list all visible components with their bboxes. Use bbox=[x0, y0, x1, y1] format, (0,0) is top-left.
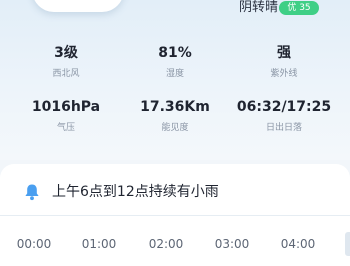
weather-condition: 阴转晴 bbox=[238, 0, 278, 15]
weather-illustration bbox=[32, 0, 124, 12]
stat-humidity: 81% 湿度 bbox=[117, 44, 233, 80]
stat-visibility: 17.36Km 能见度 bbox=[117, 98, 233, 134]
stat-label: 能见度 bbox=[161, 123, 189, 133]
hour-label: 00:00 bbox=[16, 237, 52, 251]
stat-value: 强 bbox=[277, 45, 291, 61]
stat-label: 湿度 bbox=[165, 69, 184, 79]
stat-label: 西北风 bbox=[52, 69, 80, 79]
stat-wind: 3级 西北风 bbox=[8, 44, 124, 80]
hourly-item-partial bbox=[345, 232, 350, 256]
stat-pressure: 1016hPa 气压 bbox=[8, 98, 124, 134]
stat-value: 06:32/17:25 bbox=[236, 99, 332, 115]
stat-label: 气压 bbox=[56, 123, 75, 133]
stat-label: 日出日落 bbox=[265, 123, 302, 133]
stat-sunrise-sunset: 06:32/17:25 日出日落 bbox=[226, 98, 342, 134]
hour-label: 01:00 bbox=[81, 237, 117, 251]
aqi-badge[interactable]: 优 35 bbox=[279, 1, 319, 15]
divider bbox=[0, 215, 350, 216]
stat-label: 紫外线 bbox=[270, 69, 298, 79]
hour-label: 04:00 bbox=[280, 237, 316, 251]
stat-value: 81% bbox=[158, 45, 192, 61]
rain-alert-text: 上午6点到12点持续有小雨 bbox=[52, 184, 219, 200]
stat-value: 1016hPa bbox=[31, 99, 101, 115]
stat-value: 17.36Km bbox=[140, 99, 210, 115]
hour-label: 02:00 bbox=[148, 237, 184, 251]
weather-detail-panel bbox=[0, 0, 350, 160]
stat-value: 3级 bbox=[54, 45, 78, 61]
bell-icon bbox=[25, 184, 39, 201]
hour-label: 03:00 bbox=[214, 237, 250, 251]
stat-uv: 强 紫外线 bbox=[226, 44, 342, 80]
